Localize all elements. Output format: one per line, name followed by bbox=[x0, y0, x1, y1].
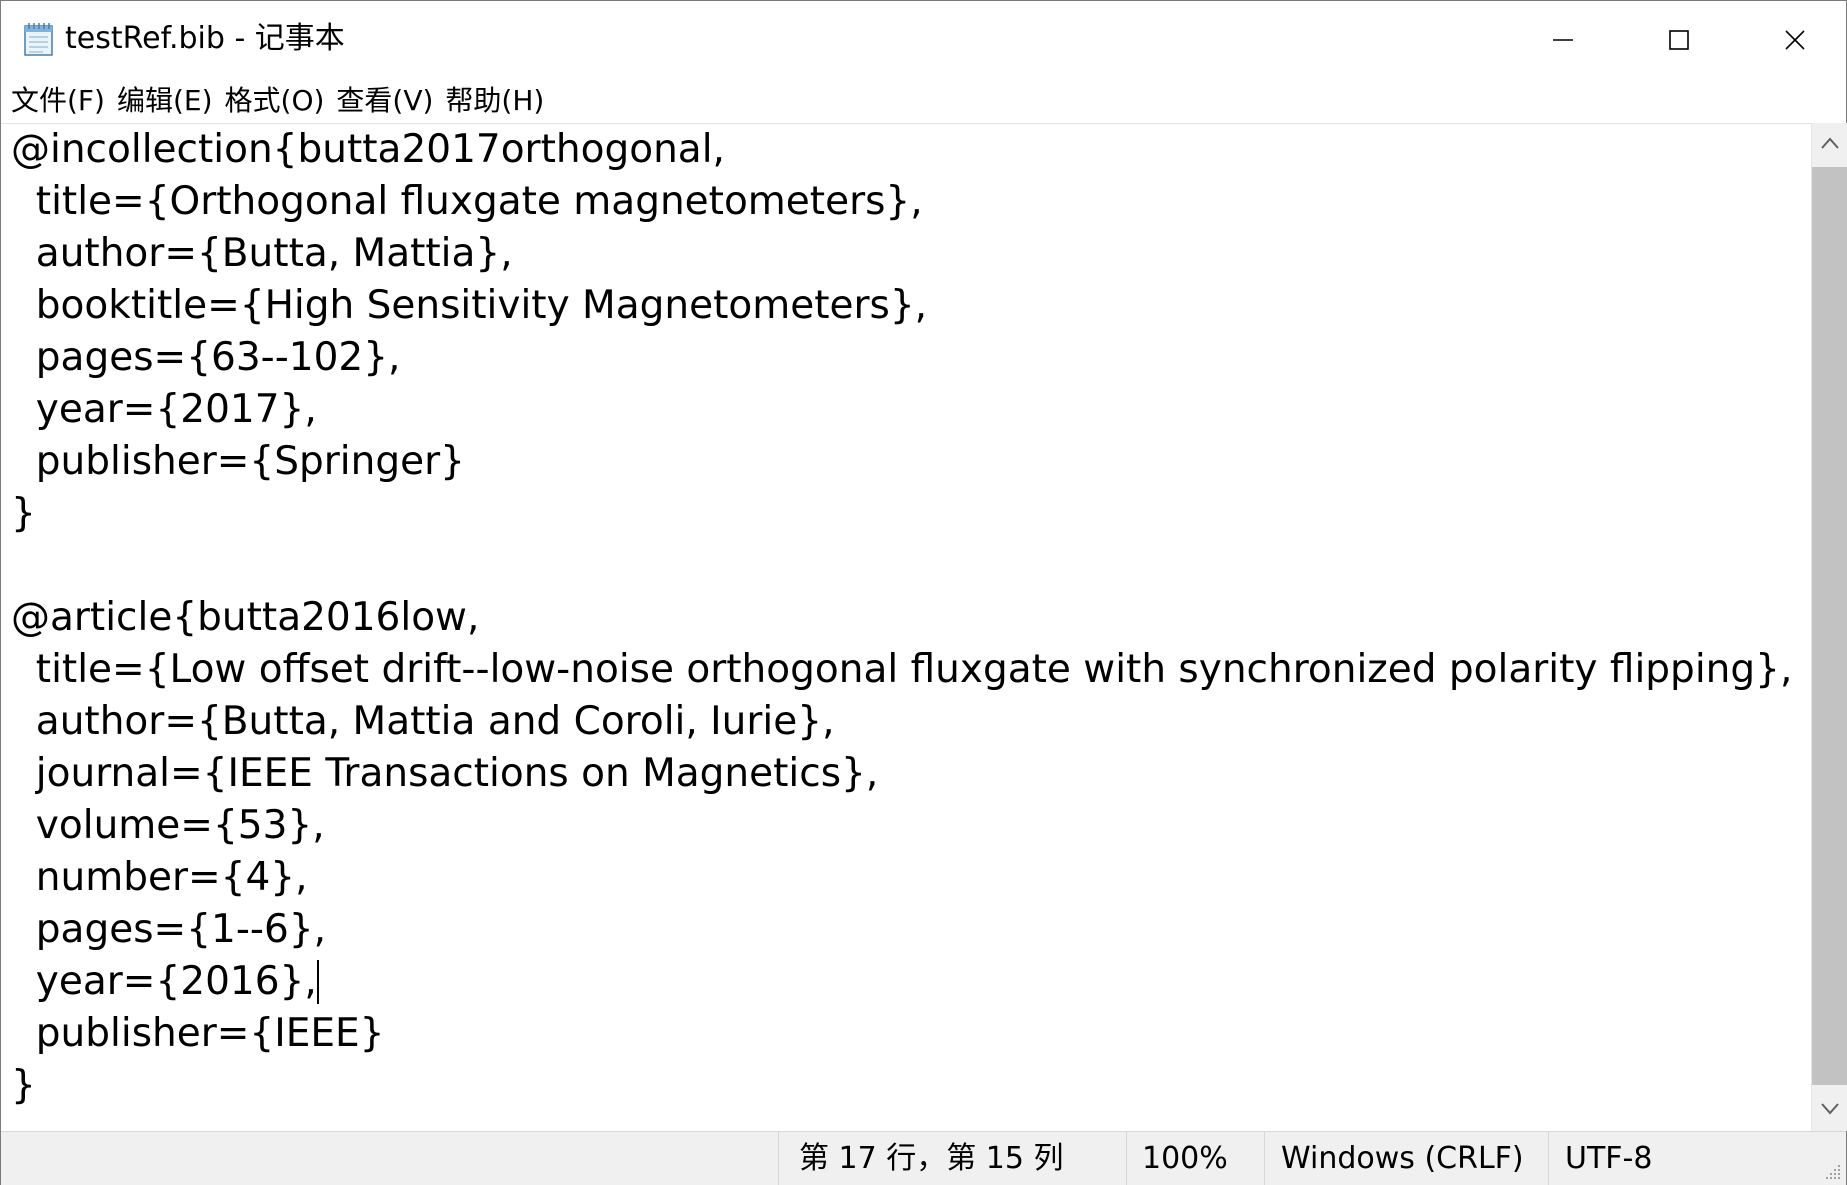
menu-file[interactable]: 文件(F) bbox=[11, 81, 117, 121]
minimize-icon bbox=[1552, 29, 1574, 51]
menu-view[interactable]: 查看(V) bbox=[336, 81, 445, 121]
text-encoding: UTF-8 bbox=[1548, 1132, 1812, 1185]
status-bar: 第 17 行，第 15 列 100% Windows (CRLF) UTF-8 bbox=[1, 1131, 1846, 1185]
line-ending: Windows (CRLF) bbox=[1264, 1132, 1548, 1185]
minimize-button[interactable] bbox=[1505, 1, 1621, 79]
chevron-up-icon bbox=[1820, 135, 1840, 154]
title-bar[interactable]: testRef.bib - 记事本 bbox=[1, 1, 1846, 79]
menu-format[interactable]: 格式(O) bbox=[225, 81, 337, 121]
scrollbar-thumb[interactable] bbox=[1812, 167, 1847, 1085]
maximize-button[interactable] bbox=[1621, 1, 1737, 79]
notepad-icon[interactable] bbox=[21, 21, 57, 57]
menu-help[interactable]: 帮助(H) bbox=[445, 81, 556, 121]
notepad-window: testRef.bib - 记事本 文件(F) 编辑(E) 格式(O) 查看(V… bbox=[0, 0, 1847, 1185]
cursor-position: 第 17 行，第 15 列 bbox=[778, 1132, 1126, 1185]
scroll-up-button[interactable] bbox=[1812, 123, 1847, 165]
text-caret bbox=[316, 960, 319, 1004]
text-editor[interactable]: @incollection{butta2017orthogonal, title… bbox=[1, 123, 1811, 1132]
window-title: testRef.bib - 记事本 bbox=[65, 21, 345, 56]
vertical-scrollbar[interactable] bbox=[1811, 123, 1847, 1131]
zoom-level: 100% bbox=[1126, 1132, 1264, 1185]
close-icon bbox=[1784, 29, 1806, 51]
maximize-icon bbox=[1668, 29, 1690, 51]
menu-edit[interactable]: 编辑(E) bbox=[117, 81, 225, 121]
editor-content[interactable]: @incollection{butta2017orthogonal, title… bbox=[11, 124, 1792, 1112]
menu-bar: 文件(F) 编辑(E) 格式(O) 查看(V) 帮助(H) bbox=[1, 79, 1846, 123]
resize-grip-icon[interactable] bbox=[1822, 1161, 1842, 1181]
close-button[interactable] bbox=[1737, 1, 1847, 79]
chevron-down-icon bbox=[1820, 1101, 1840, 1120]
scroll-down-button[interactable] bbox=[1812, 1089, 1847, 1131]
